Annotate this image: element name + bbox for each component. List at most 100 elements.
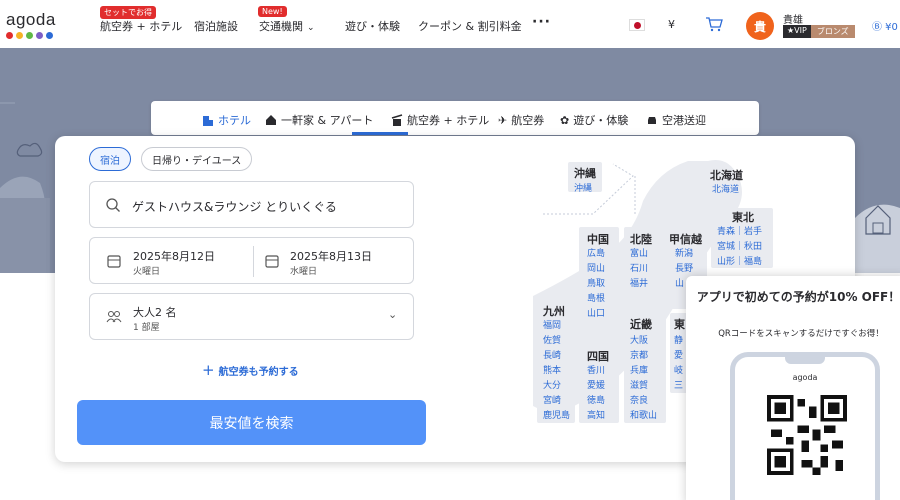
checkin-date[interactable]: 2025年8月12日 bbox=[133, 248, 215, 264]
vip-label: ★VIP bbox=[783, 25, 811, 38]
pref-kyushu-5[interactable]: 大分 bbox=[543, 378, 561, 391]
guests-rooms: 1 部屋 bbox=[133, 323, 160, 333]
checkout-day: 水曜日 bbox=[290, 267, 318, 277]
region-okinawa[interactable]: 沖縄 bbox=[574, 165, 596, 181]
pref-shikoku-2[interactable]: 愛媛 bbox=[587, 378, 605, 391]
search-button[interactable]: 最安値を検索 bbox=[77, 400, 426, 445]
user-name[interactable]: 貴雄 bbox=[783, 11, 803, 26]
pref-kyushu-6[interactable]: 宮崎 bbox=[543, 393, 561, 406]
pref-koshinetsu-2[interactable]: 長野 bbox=[675, 261, 693, 274]
pref-koshinetsu-3[interactable]: 山 bbox=[675, 276, 684, 289]
phone-notch bbox=[785, 356, 825, 364]
pref-kinki-2[interactable]: 京都 bbox=[630, 348, 648, 361]
add-flight-label: 航空券も予約する bbox=[218, 366, 299, 378]
tab-house-apartment[interactable]: 一軒家 & アパート bbox=[265, 112, 373, 128]
tab-flight-hotel-label: 航空券 + ホテル bbox=[407, 114, 490, 127]
pref-hokkaido[interactable]: 北海道 bbox=[712, 182, 739, 195]
tab-airport-transfer[interactable]: 空港送迎 bbox=[646, 112, 706, 128]
pref-kyushu-7[interactable]: 鹿児島 bbox=[543, 408, 570, 421]
region-kinki[interactable]: 近畿 bbox=[630, 316, 652, 332]
pref-tohoku-1[interactable]: 青森｜岩手 bbox=[717, 224, 762, 237]
pref-kyushu-3[interactable]: 長崎 bbox=[543, 348, 561, 361]
phone-agoda-logo: agoda bbox=[792, 373, 818, 382]
pref-chugoku-2[interactable]: 岡山 bbox=[587, 261, 605, 274]
cart-icon[interactable] bbox=[705, 16, 723, 36]
pref-tokai-3[interactable]: 岐 bbox=[674, 363, 683, 376]
pref-hokuriku-2[interactable]: 石川 bbox=[630, 261, 648, 274]
nav-accommodation[interactable]: 宿泊施設 bbox=[194, 18, 238, 34]
pref-kinki-4[interactable]: 滋賀 bbox=[630, 378, 648, 391]
pref-tohoku-3[interactable]: 山形｜福島 bbox=[717, 254, 762, 267]
pref-okinawa[interactable]: 沖縄 bbox=[574, 181, 592, 194]
stay-type-dayuse[interactable]: 日帰り・デイユース bbox=[141, 147, 253, 171]
date-field[interactable]: 2025年8月12日 火曜日 2025年8月13日 水曜日 bbox=[89, 237, 414, 284]
car-icon bbox=[648, 117, 656, 124]
tab-hotel[interactable]: ホテル bbox=[202, 112, 251, 128]
nav-coupons[interactable]: クーポン & 割引料金 bbox=[418, 18, 522, 34]
logo-dots bbox=[6, 32, 66, 39]
avatar[interactable]: 貴 bbox=[746, 12, 774, 40]
region-koshinetsu[interactable]: 甲信越 bbox=[669, 231, 702, 247]
region-kyushu[interactable]: 九州 bbox=[543, 303, 565, 319]
region-hokuriku[interactable]: 北陸 bbox=[630, 231, 652, 247]
nav-activities[interactable]: 遊び・体験 bbox=[345, 18, 400, 34]
date-divider bbox=[253, 246, 254, 277]
search-icon bbox=[106, 198, 120, 212]
add-flight-link[interactable]: + 航空券も予約する bbox=[202, 361, 299, 379]
chevron-down-icon: ⌄ bbox=[307, 23, 315, 33]
pref-kinki-3[interactable]: 兵庫 bbox=[630, 363, 648, 376]
pref-kinki-1[interactable]: 大阪 bbox=[630, 333, 648, 346]
destination-input[interactable]: ゲストハウス&ラウンジ とりいくぐる bbox=[132, 198, 337, 215]
coin-icon: Ⓑ bbox=[872, 22, 882, 33]
pref-shikoku-1[interactable]: 香川 bbox=[587, 363, 605, 376]
points-display[interactable]: Ⓑ ¥0 bbox=[872, 18, 898, 33]
tab-activities-label: 遊び・体験 bbox=[573, 114, 629, 127]
region-chugoku[interactable]: 中国 bbox=[587, 231, 609, 247]
nav-badge-new: New! bbox=[258, 6, 287, 17]
pref-hokuriku-3[interactable]: 福井 bbox=[630, 276, 648, 289]
app-promo-popup: アプリで初めての予約が10% OFF！ QRコードをスキャンするだけですぐお得！… bbox=[686, 276, 900, 500]
region-hokkaido[interactable]: 北海道 bbox=[710, 167, 743, 183]
stay-type-overnight[interactable]: 宿泊 bbox=[89, 147, 131, 171]
tab-flights[interactable]: ✈ 航空券 bbox=[498, 112, 544, 128]
tab-flight-hotel[interactable]: 航空券 + ホテル bbox=[391, 112, 489, 128]
destination-field[interactable]: ゲストハウス&ラウンジ とりいくぐる bbox=[89, 181, 414, 228]
pref-shikoku-4[interactable]: 高知 bbox=[587, 408, 605, 421]
nav-flight-hotel[interactable]: 航空券 + ホテル bbox=[100, 18, 182, 34]
currency-selector[interactable]: ¥ bbox=[668, 18, 675, 31]
pref-hokuriku-1[interactable]: 富山 bbox=[630, 246, 648, 259]
region-tokai[interactable]: 東 bbox=[674, 316, 685, 332]
checkout-date[interactable]: 2025年8月13日 bbox=[290, 248, 372, 264]
nav-transport-label: 交通機関 bbox=[259, 20, 303, 33]
pref-kyushu-2[interactable]: 佐賀 bbox=[543, 333, 561, 346]
japan-flag-icon[interactable] bbox=[629, 19, 645, 31]
pref-tokai-4[interactable]: 三 bbox=[674, 378, 683, 391]
region-shikoku[interactable]: 四国 bbox=[587, 348, 609, 364]
pref-kyushu-4[interactable]: 熊本 bbox=[543, 363, 561, 376]
pref-shikoku-3[interactable]: 徳島 bbox=[587, 393, 605, 406]
pref-kyushu-1[interactable]: 福岡 bbox=[543, 318, 561, 331]
logo-text: agoda bbox=[6, 10, 56, 29]
pref-chugoku-1[interactable]: 広島 bbox=[587, 246, 605, 259]
agoda-logo[interactable]: agoda bbox=[6, 10, 66, 40]
region-tohoku[interactable]: 東北 bbox=[732, 209, 754, 225]
category-tabs: ホテル 一軒家 & アパート 航空券 + ホテル ✈ 航空券 ✿ 遊び・体験 空… bbox=[151, 101, 759, 135]
guests-field[interactable]: 大人2 名 1 部屋 ⌄ bbox=[89, 293, 414, 340]
promo-title: アプリで初めての予約が10% OFF！ bbox=[696, 290, 900, 304]
vip-badge: ★VIP ブロンズ bbox=[783, 25, 855, 38]
pref-koshinetsu-1[interactable]: 新潟 bbox=[675, 246, 693, 259]
more-menu-icon[interactable]: ··· bbox=[532, 14, 551, 30]
vip-tier: ブロンズ bbox=[810, 25, 855, 38]
pref-tohoku-2[interactable]: 宮城｜秋田 bbox=[717, 239, 762, 252]
house-icon bbox=[266, 115, 276, 125]
pref-chugoku-5[interactable]: 山口 bbox=[587, 306, 605, 319]
pref-chugoku-4[interactable]: 島根 bbox=[587, 291, 605, 304]
nav-transport[interactable]: 交通機関 ⌄ bbox=[259, 18, 315, 34]
pref-chugoku-3[interactable]: 鳥取 bbox=[587, 276, 605, 289]
pref-tokai-2[interactable]: 愛 bbox=[674, 348, 683, 361]
tab-activities[interactable]: ✿ 遊び・体験 bbox=[560, 112, 628, 128]
pref-kinki-5[interactable]: 奈良 bbox=[630, 393, 648, 406]
pref-tokai-1[interactable]: 静 bbox=[674, 333, 683, 346]
pref-kinki-6[interactable]: 和歌山 bbox=[630, 408, 657, 421]
top-header: agoda セットでお得 航空券 + ホテル 宿泊施設 New! 交通機関 ⌄ 遊… bbox=[0, 0, 900, 48]
